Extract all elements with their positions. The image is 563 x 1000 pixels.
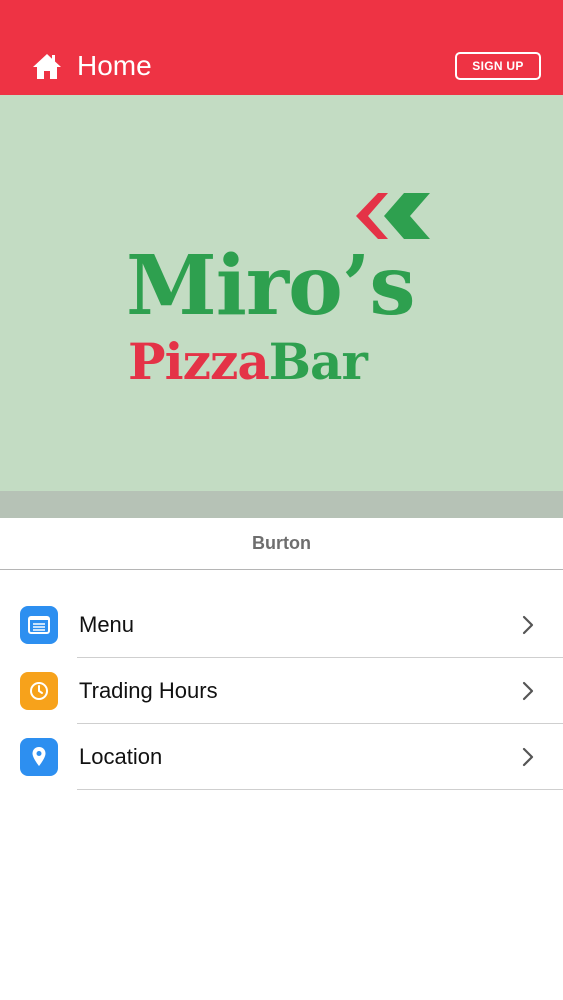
- chevron-right-icon: [522, 681, 534, 701]
- top-nav-bar: Home SIGN UP: [0, 0, 563, 95]
- logo-pizza-text: Pizza: [128, 332, 270, 391]
- list-item-label: Trading Hours: [79, 678, 218, 703]
- list-item-label: Menu: [79, 612, 135, 637]
- chevron-right-icon: [522, 747, 534, 767]
- list-item-label: Location: [79, 744, 163, 769]
- list-item-menu[interactable]: Menu: [0, 592, 563, 658]
- list-item-trading-hours[interactable]: Trading Hours: [0, 658, 563, 724]
- map-pin-icon: [20, 738, 58, 776]
- logo-bar-text: Bar: [268, 332, 368, 391]
- logo-subtitle: PizzaBar: [128, 332, 368, 392]
- hero-bottom-strip: [0, 491, 563, 518]
- sign-up-button[interactable]: SIGN UP: [455, 52, 541, 80]
- chevron-right-icon: [522, 615, 534, 635]
- home-icon[interactable]: [32, 52, 62, 80]
- logo-chevrons-icon: [356, 193, 430, 239]
- page-title: Home: [77, 50, 152, 81]
- store-location-label: Burton: [0, 518, 563, 570]
- divider: [77, 789, 563, 790]
- app-screen: Home SIGN UP Miro’s PizzaBar Burton Menu: [0, 0, 563, 1000]
- list-item-location[interactable]: Location: [0, 724, 563, 790]
- logo-title-miros: Miro’s: [126, 238, 416, 334]
- clock-icon: [20, 672, 58, 710]
- menu-list-icon: [20, 606, 58, 644]
